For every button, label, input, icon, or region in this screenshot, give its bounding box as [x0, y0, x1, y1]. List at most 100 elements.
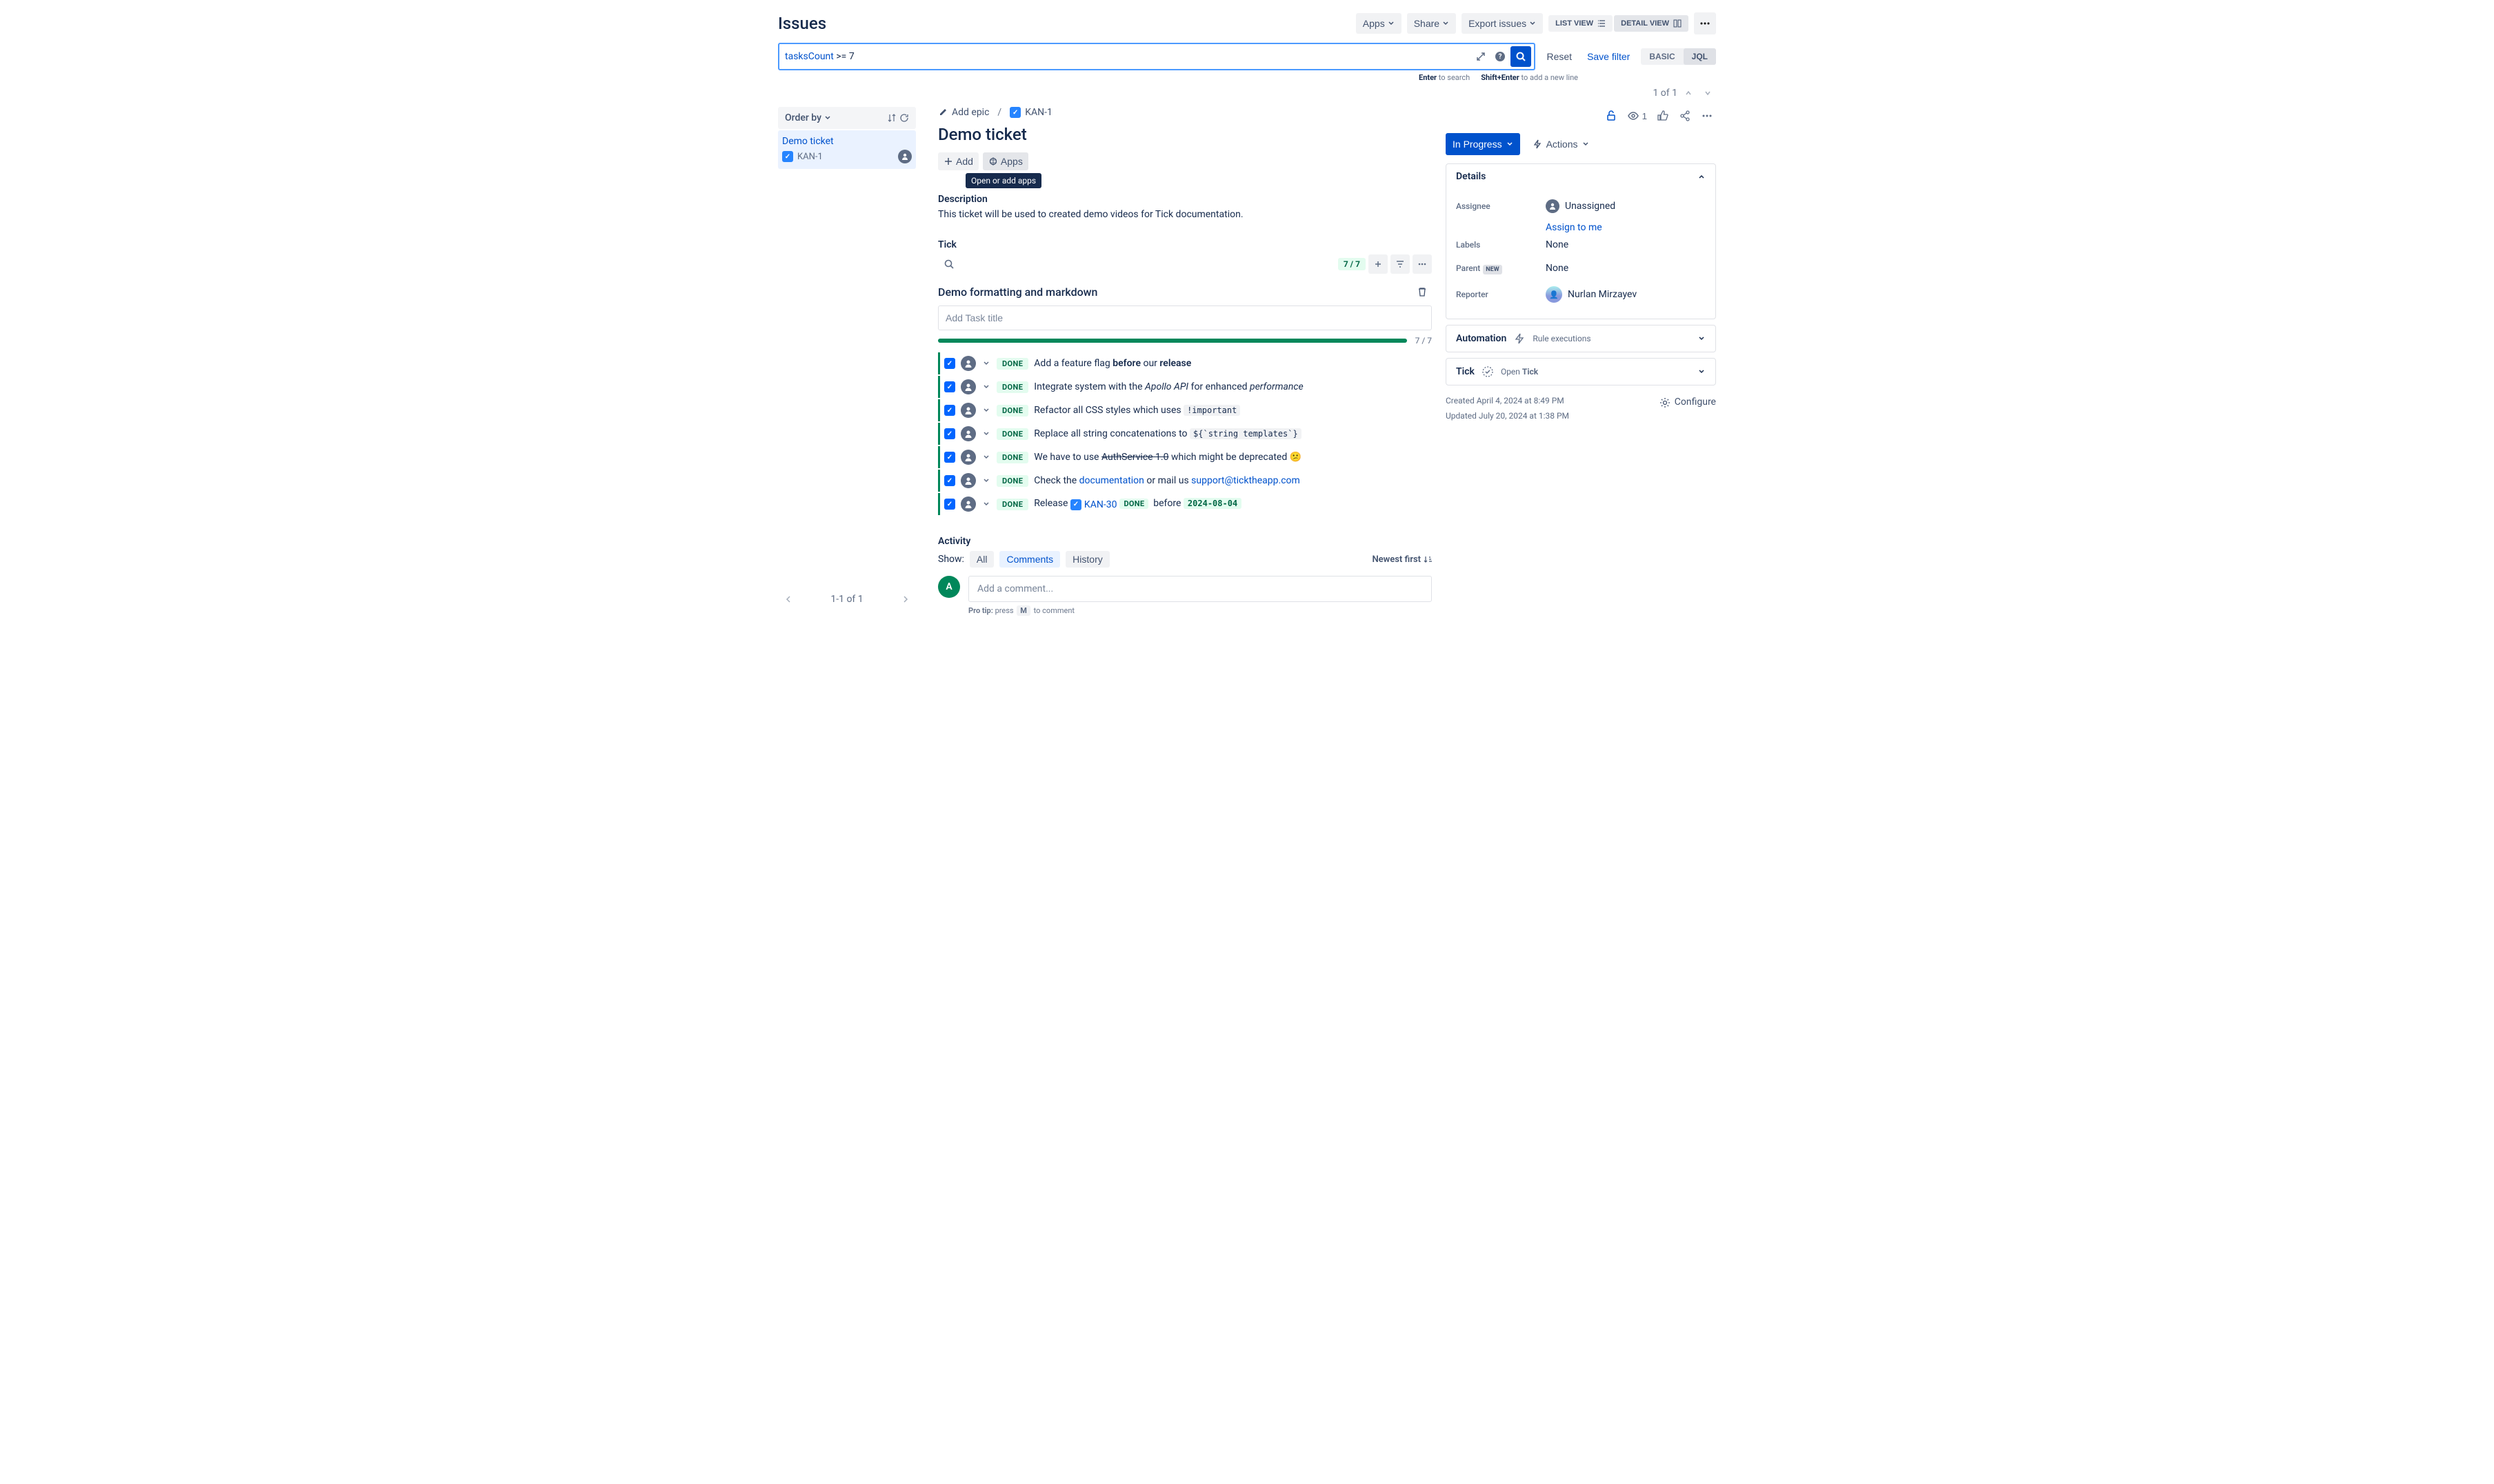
- sidebar-next[interactable]: [898, 592, 913, 607]
- reporter-avatar: 👤: [1546, 286, 1562, 303]
- status-dropdown[interactable]: In Progress: [1446, 133, 1520, 155]
- tab-all[interactable]: All: [970, 551, 995, 568]
- apps-button[interactable]: Apps: [983, 152, 1028, 170]
- labels-value[interactable]: None: [1546, 239, 1706, 250]
- task-checkbox[interactable]: [944, 428, 955, 439]
- task-status-badge: DONE: [997, 381, 1028, 393]
- vote-button[interactable]: [1654, 107, 1672, 125]
- task-title[interactable]: We have to use AuthService 1.0 which mig…: [1034, 452, 1301, 463]
- issue-key-link[interactable]: KAN-1: [1010, 107, 1053, 118]
- actions-dropdown[interactable]: Actions: [1526, 133, 1596, 155]
- task-row: DONE Replace all string concatenations to…: [938, 423, 1432, 445]
- sidebar-issue-item[interactable]: Demo ticketKAN-1: [778, 130, 916, 169]
- chevron-down-icon: [1697, 368, 1706, 376]
- add-epic-link[interactable]: Add epic: [938, 107, 989, 118]
- configure-button[interactable]: Configure: [1659, 394, 1716, 411]
- reporter-value[interactable]: 👤Nurlan Mirzayev: [1546, 286, 1706, 303]
- tick-panel-row[interactable]: Tick Open Tick: [1446, 358, 1716, 385]
- detail-icon: [1673, 19, 1682, 28]
- list-view-toggle[interactable]: LIST VIEW: [1548, 15, 1613, 32]
- task-checkbox[interactable]: [944, 358, 955, 369]
- pager-prev[interactable]: [1680, 85, 1697, 101]
- description-text[interactable]: This ticket will be used to created demo…: [938, 209, 1432, 220]
- pro-tip: Pro tip: press M to comment: [968, 606, 1432, 615]
- task-status-dropdown[interactable]: [981, 501, 991, 508]
- mode-jql[interactable]: JQL: [1684, 48, 1716, 65]
- add-task-input[interactable]: [938, 305, 1432, 330]
- watch-button[interactable]: 1: [1624, 107, 1650, 125]
- share-button[interactable]: [1676, 107, 1694, 125]
- task-title[interactable]: Replace all string concatenations to ${`…: [1034, 428, 1301, 439]
- details-toggle[interactable]: Details: [1446, 164, 1715, 189]
- detail-view-toggle[interactable]: DETAIL VIEW: [1614, 15, 1688, 32]
- task-checkbox[interactable]: [944, 499, 955, 510]
- task-status-dropdown[interactable]: [981, 407, 991, 414]
- refresh-icon[interactable]: [899, 113, 909, 123]
- task-checkbox[interactable]: [944, 405, 955, 416]
- plus-icon: [1373, 259, 1383, 269]
- task-status-dropdown[interactable]: [981, 454, 991, 461]
- task-status-dropdown[interactable]: [981, 477, 991, 484]
- task-title[interactable]: Release KAN-30DONE before 2024-08-04: [1034, 498, 1241, 510]
- delete-list-button[interactable]: [1413, 282, 1432, 301]
- task-status-badge: DONE: [997, 428, 1028, 440]
- task-assignee-avatar[interactable]: [961, 403, 976, 418]
- activity-sort[interactable]: Newest first: [1372, 554, 1432, 565]
- task-status-dropdown[interactable]: [981, 430, 991, 437]
- issue-title[interactable]: Demo ticket: [938, 125, 1432, 144]
- issue-list-sidebar: Order by Demo ticketKAN-1 1-1 of 1: [778, 107, 916, 615]
- assignee-value[interactable]: Unassigned: [1546, 199, 1706, 213]
- task-status-dropdown[interactable]: [981, 383, 991, 390]
- task-checkbox[interactable]: [944, 381, 955, 392]
- tab-comments[interactable]: Comments: [999, 551, 1060, 568]
- jql-input[interactable]: tasksCount >= 7 ?: [778, 43, 1535, 70]
- progress-bar: [938, 339, 1407, 343]
- sidebar-prev[interactable]: [781, 592, 796, 607]
- apps-dropdown[interactable]: Apps: [1356, 13, 1401, 34]
- progress-text: 7 / 7: [1415, 336, 1432, 345]
- task-title[interactable]: Check the documentation or mail us suppo…: [1034, 475, 1300, 486]
- save-filter-button[interactable]: Save filter: [1583, 47, 1634, 66]
- task-assignee-avatar[interactable]: [961, 450, 976, 465]
- expand-icon[interactable]: [1472, 48, 1490, 66]
- task-checkbox[interactable]: [944, 452, 955, 463]
- tick-more-button[interactable]: [1413, 254, 1432, 274]
- restriction-button[interactable]: [1602, 107, 1620, 125]
- task-status-badge: DONE: [997, 475, 1028, 487]
- tick-add-button[interactable]: [1368, 254, 1388, 274]
- automation-row[interactable]: Automation Rule executions: [1446, 325, 1716, 352]
- task-title[interactable]: Integrate system with the Apollo API for…: [1034, 381, 1303, 392]
- more-icon: [1417, 259, 1427, 269]
- tick-filter-button[interactable]: [1390, 254, 1410, 274]
- details-card: Details Assignee Unassigned Assign to me…: [1446, 163, 1716, 319]
- add-button[interactable]: Add: [938, 152, 979, 170]
- search-button[interactable]: [1510, 46, 1531, 67]
- help-icon[interactable]: ?: [1491, 48, 1509, 66]
- trash-icon: [1417, 286, 1428, 297]
- tick-search-button[interactable]: [938, 256, 960, 272]
- pager-next[interactable]: [1699, 85, 1716, 101]
- task-title[interactable]: Refactor all CSS styles which uses !impo…: [1034, 405, 1240, 416]
- task-title[interactable]: Add a feature flag before our release: [1034, 358, 1191, 369]
- task-checkbox[interactable]: [944, 475, 955, 486]
- assign-to-me-link[interactable]: Assign to me: [1546, 222, 1706, 233]
- sort-icon[interactable]: [887, 113, 897, 123]
- share-dropdown[interactable]: Share: [1407, 13, 1456, 34]
- task-assignee-avatar[interactable]: [961, 356, 976, 371]
- task-status-dropdown[interactable]: [981, 360, 991, 367]
- issue-more-menu[interactable]: [1698, 107, 1716, 125]
- tab-history[interactable]: History: [1066, 551, 1110, 568]
- parent-value[interactable]: None: [1546, 263, 1706, 274]
- mode-basic[interactable]: BASIC: [1641, 48, 1683, 65]
- more-menu[interactable]: [1694, 12, 1716, 34]
- task-assignee-avatar[interactable]: [961, 379, 976, 394]
- task-assignee-avatar[interactable]: [961, 426, 976, 441]
- reset-button[interactable]: Reset: [1542, 47, 1576, 66]
- bolt-icon: [1533, 139, 1542, 149]
- share-icon: [1679, 110, 1691, 122]
- order-by-dropdown[interactable]: Order by: [778, 107, 916, 129]
- task-assignee-avatar[interactable]: [961, 497, 976, 512]
- task-assignee-avatar[interactable]: [961, 473, 976, 488]
- comment-input[interactable]: Add a comment...: [968, 576, 1432, 602]
- export-dropdown[interactable]: Export issues: [1462, 13, 1543, 34]
